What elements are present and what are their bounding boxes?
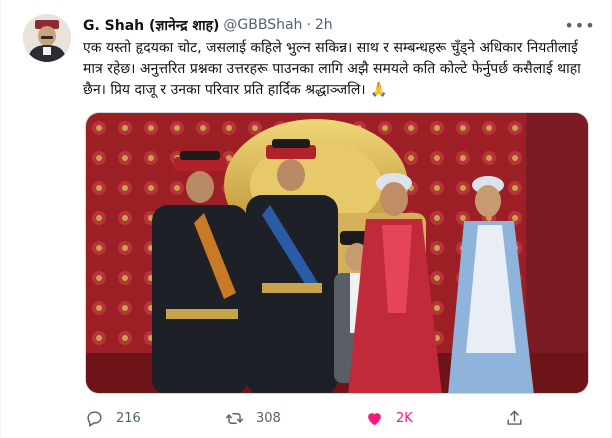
reply-button[interactable]: 216	[85, 409, 225, 428]
like-count: 2K	[396, 410, 413, 426]
author-handle[interactable]: @GBBShah	[223, 17, 302, 33]
author-name[interactable]: G. Shah (ज्ञानेन्द्र शाह)	[83, 16, 219, 35]
action-bar: 216 308 2K	[85, 404, 545, 432]
share-icon	[507, 410, 522, 425]
tweet-header: G. Shah (ज्ञानेन्द्र शाह) @GBBShah · 2h	[83, 14, 571, 36]
avatar[interactable]	[23, 14, 71, 62]
share-button[interactable]	[505, 409, 545, 428]
tweet-photo[interactable]	[85, 112, 589, 394]
reply-icon	[87, 410, 102, 427]
retweet-count: 308	[256, 410, 281, 426]
tweet-card: G. Shah (ज्ञानेन्द्र शाह) @GBBShah · 2h …	[0, 0, 612, 438]
heart-icon	[368, 412, 381, 425]
like-button[interactable]: 2K	[365, 409, 505, 428]
separator-dot: ·	[306, 17, 311, 33]
reply-count: 216	[116, 410, 141, 426]
timestamp[interactable]: 2h	[315, 17, 333, 33]
retweet-icon	[225, 412, 244, 424]
more-icon[interactable]: •••	[564, 14, 594, 36]
retweet-button[interactable]: 308	[225, 409, 365, 428]
tweet-text: एक यस्तो हृदयका चोट, जसलाई कहिले भुल्न स…	[83, 40, 586, 98]
